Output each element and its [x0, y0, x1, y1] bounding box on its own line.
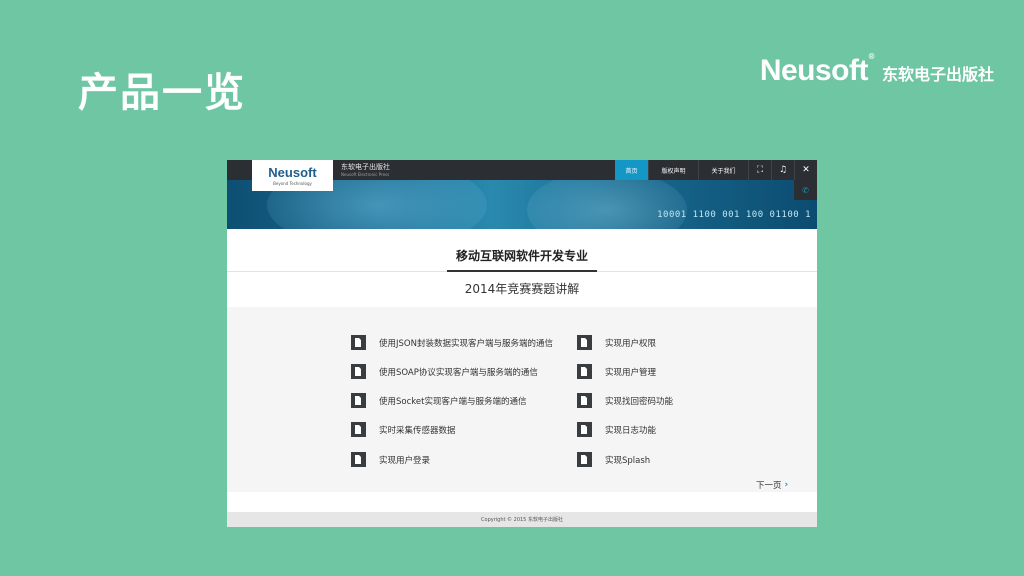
document-icon: [577, 335, 592, 350]
main-heading: 移动互联网软件开发专业: [455, 249, 588, 263]
list-item-label: 实时采集传感器数据: [379, 425, 456, 436]
close-icon[interactable]: ✕: [794, 160, 817, 180]
sub-heading: 2014年竞赛赛题讲解: [464, 282, 580, 296]
document-icon: [351, 422, 366, 437]
nav-about-us[interactable]: 关于我们: [698, 160, 748, 180]
document-icon: [577, 393, 592, 408]
app-logo[interactable]: Neusoft Beyond Technology: [252, 160, 333, 191]
heading-underline: [447, 270, 597, 272]
heading-area: 移动互联网软件开发专业 2014年竞赛赛题讲解: [227, 229, 817, 307]
next-page-label: 下一页: [756, 481, 782, 491]
registered-mark: ®: [868, 52, 875, 61]
banner-glow: [527, 180, 687, 229]
banner-binary-text: 10001 1100 001 100 01100 1: [657, 210, 811, 220]
list-item-label: 实现找回密码功能: [605, 396, 674, 407]
list-item-label: 实现用户权限: [605, 338, 657, 349]
document-icon: [577, 422, 592, 437]
list-item[interactable]: 实现用户登录: [351, 452, 430, 467]
list-item-label: 实现Splash: [605, 455, 651, 466]
app-window: 10001 1100 001 100 01100 1 Neusoft Beyon…: [227, 160, 817, 527]
footer-copyright: Copyright © 2015 东软电子出版社: [227, 512, 817, 527]
list-item[interactable]: 实现找回密码功能: [577, 393, 673, 408]
document-icon: [351, 393, 366, 408]
fullscreen-icon[interactable]: ⛶: [748, 160, 771, 180]
list-item[interactable]: 实现日志功能: [577, 422, 656, 437]
document-icon: [577, 364, 592, 379]
list-item-label: 实现用户登录: [379, 455, 431, 466]
list-item[interactable]: 实时采集传感器数据: [351, 422, 456, 437]
brand-logo-word: Neusoft ®: [759, 52, 875, 87]
document-icon: [351, 364, 366, 379]
list-item-label: 使用SOAP协议实现客户端与服务端的通信: [379, 367, 538, 378]
topic-list: 使用JSON封装数据实现客户端与服务端的通信 使用SOAP协议实现客户端与服务端…: [227, 307, 817, 492]
list-item-label: 实现用户管理: [605, 367, 657, 378]
music-icon[interactable]: ♫: [771, 160, 794, 180]
slide-title: 产品一览: [78, 70, 246, 116]
next-page-link[interactable]: 下一页 ›: [756, 479, 788, 491]
document-icon: [577, 452, 592, 467]
app-logo-tagline: Beyond Technology: [273, 180, 312, 186]
brand-logo: Neusoft ® 东软电子出版社: [759, 52, 994, 88]
list-item-label: 实现日志功能: [605, 425, 657, 436]
publisher-cn: 东软电子出版社: [341, 163, 390, 171]
list-item[interactable]: 实现用户管理: [577, 364, 656, 379]
list-item-label: 使用JSON封装数据实现客户端与服务端的通信: [379, 338, 553, 349]
list-item[interactable]: 使用JSON封装数据实现客户端与服务端的通信: [351, 335, 553, 350]
list-item-label: 使用Socket实现客户端与服务端的通信: [379, 396, 527, 407]
list-item[interactable]: 使用Socket实现客户端与服务端的通信: [351, 393, 526, 408]
list-item[interactable]: 实现Splash: [577, 452, 650, 467]
document-icon: [351, 452, 366, 467]
list-item[interactable]: 使用SOAP协议实现客户端与服务端的通信: [351, 364, 538, 379]
phone-icon[interactable]: ✆: [794, 180, 817, 200]
document-icon: [351, 335, 366, 350]
chevron-right-icon: ›: [784, 480, 789, 490]
app-logo-word: Neusoft: [268, 164, 317, 180]
list-item[interactable]: 实现用户权限: [577, 335, 656, 350]
publisher-en: Neusoft Electronic Press: [341, 172, 390, 177]
nav-home[interactable]: 首页: [615, 160, 648, 180]
publisher-name: 东软电子出版社 Neusoft Electronic Press: [341, 163, 390, 179]
brand-publisher: 东软电子出版社: [881, 65, 994, 84]
top-bar: Neusoft Beyond Technology 东软电子出版社 Neusof…: [227, 160, 817, 191]
top-nav: 首页 版权声明 关于我们 ⛶ ♫ ✕: [615, 160, 817, 180]
nav-copyright[interactable]: 版权声明: [648, 160, 698, 180]
